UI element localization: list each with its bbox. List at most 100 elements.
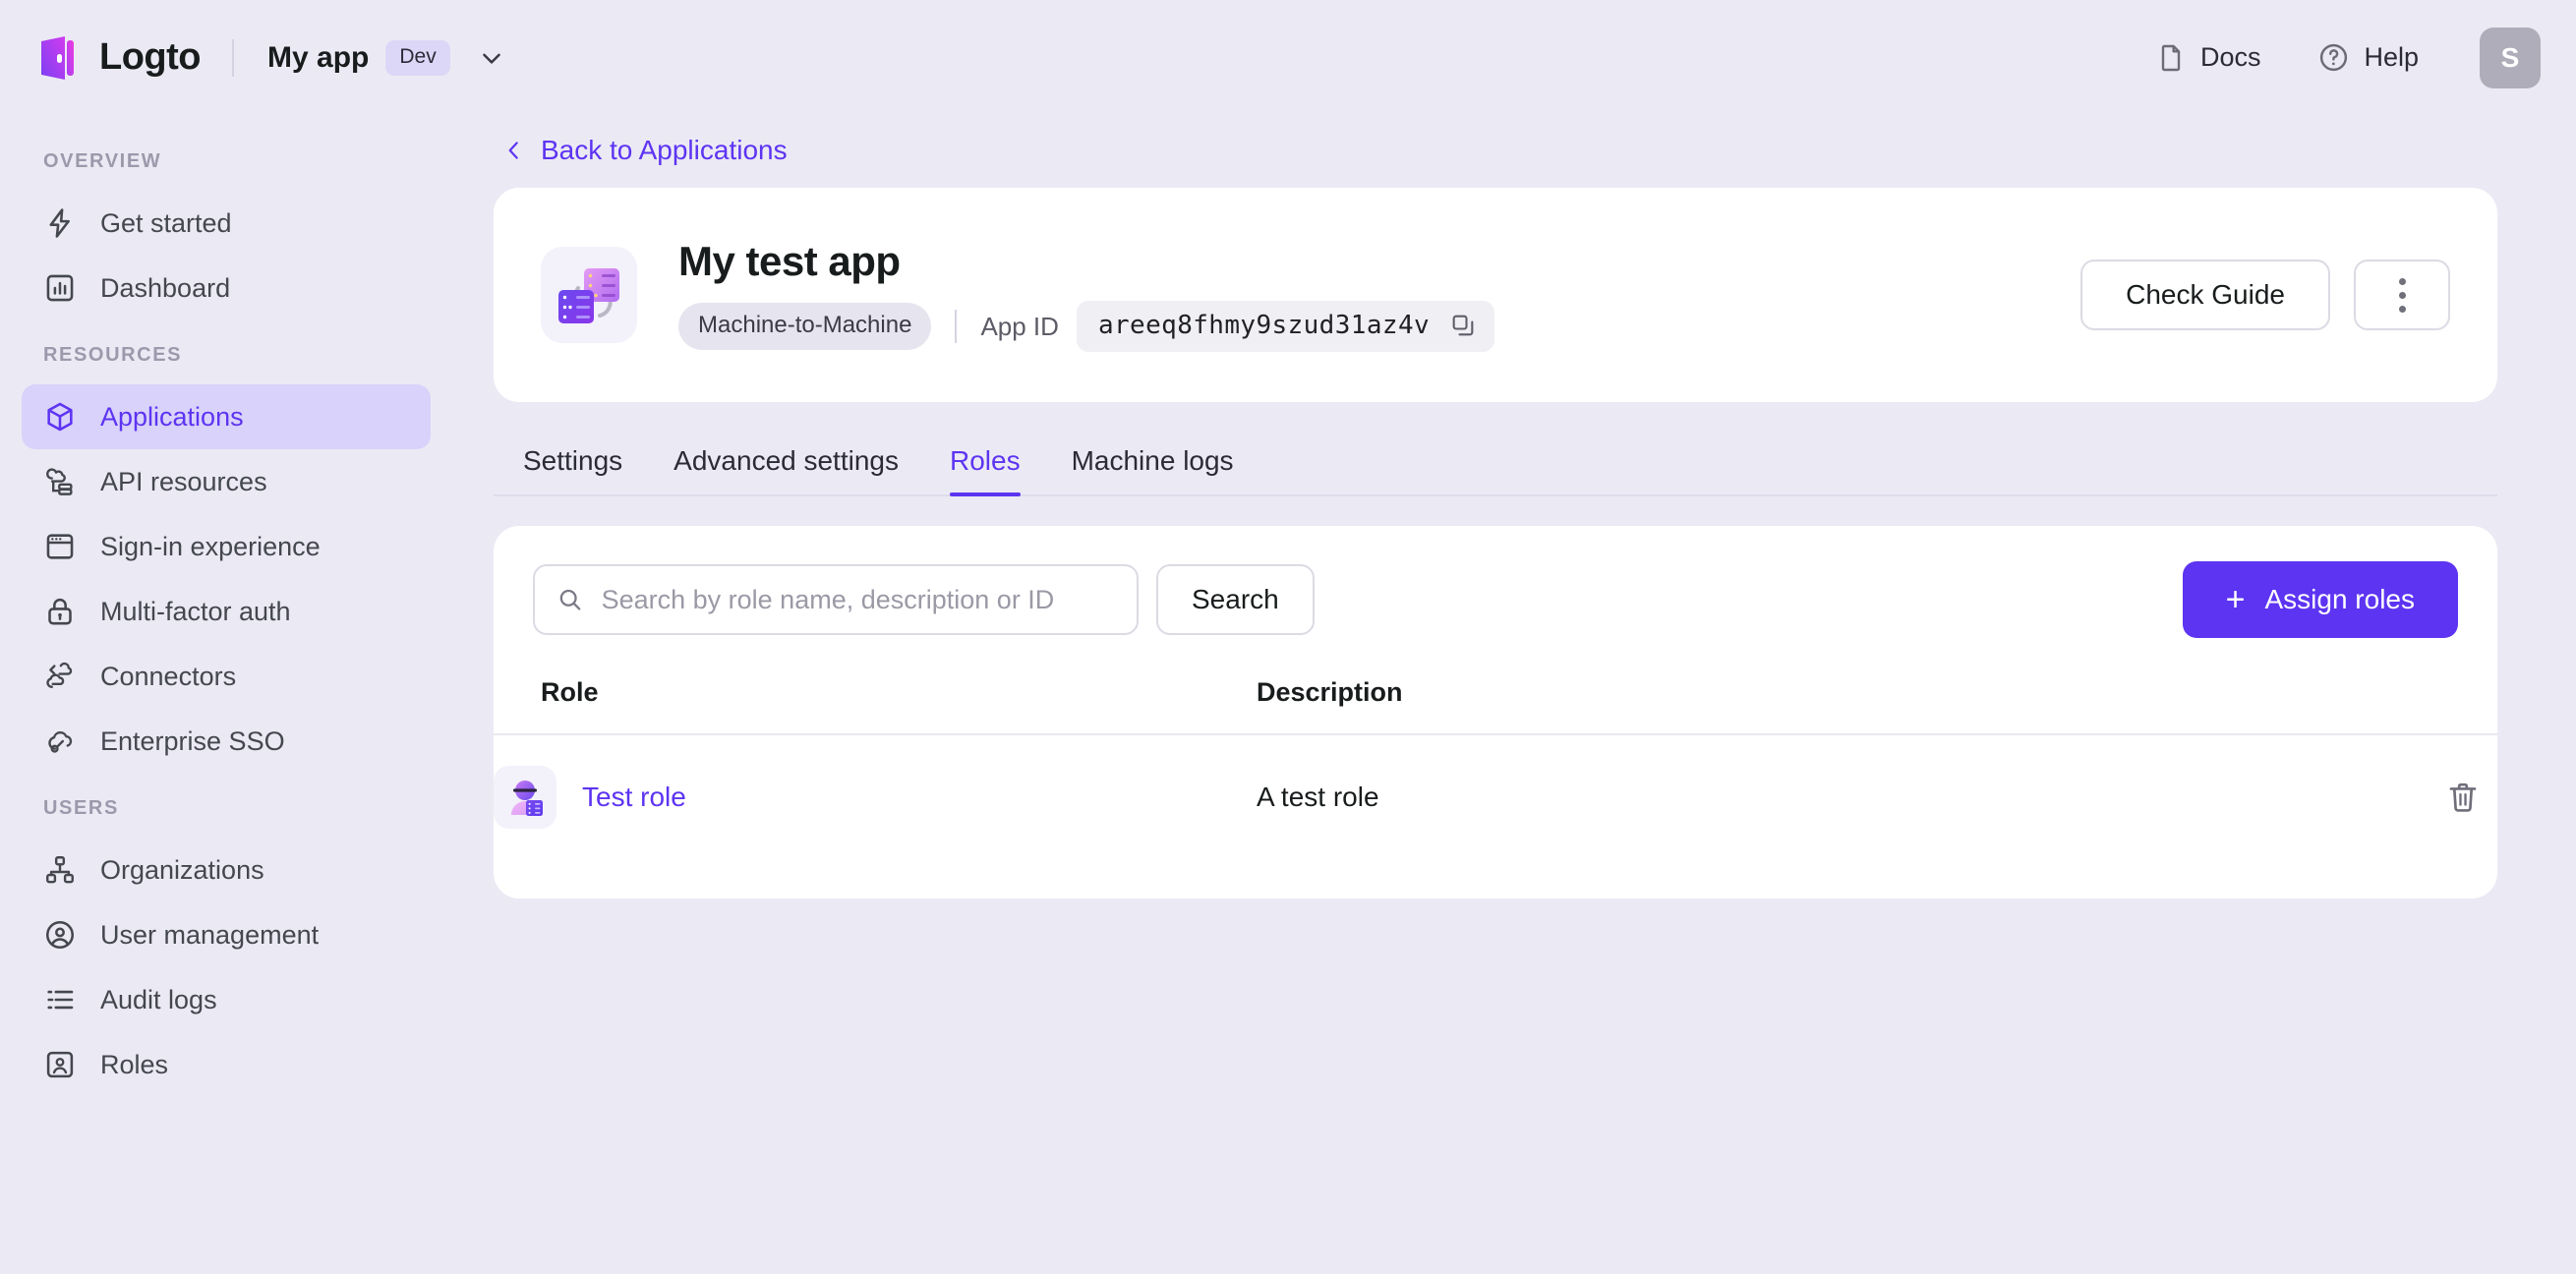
cloud-key-icon: [48, 731, 73, 753]
chevron-left-icon: [508, 142, 518, 159]
role-name-link[interactable]: Test role: [582, 782, 686, 813]
sidebar-item-label: Enterprise SSO: [100, 725, 285, 756]
back-to-applications-link[interactable]: Back to Applications: [494, 115, 2497, 188]
sidebar-item-label: Connectors: [100, 661, 237, 691]
app-thumbnail: [541, 247, 637, 343]
list-icon: [47, 990, 74, 1010]
help-link[interactable]: Help: [2296, 31, 2440, 84]
sidebar-item-dashboard[interactable]: Dashboard: [22, 256, 431, 320]
roles-table-body: Test role A test role: [494, 734, 2497, 859]
avatar-initial: S: [2500, 41, 2520, 73]
document-icon: [2161, 44, 2181, 71]
chevron-down-icon[interactable]: [477, 43, 506, 73]
org-tree-icon: [46, 856, 74, 884]
trash-icon: [2449, 782, 2477, 812]
tenant-env-badge: Dev: [385, 39, 450, 76]
back-link-label: Back to Applications: [541, 135, 788, 165]
sidebar-item-label: Get started: [100, 207, 232, 238]
avatar[interactable]: S: [2480, 27, 2541, 88]
sidebar-item-label: User management: [100, 919, 320, 950]
help-label: Help: [2364, 42, 2419, 72]
docs-link[interactable]: Docs: [2134, 32, 2283, 84]
sidebar-item-label: API resources: [100, 466, 267, 496]
sidebar-item-multi-factor-auth[interactable]: Multi-factor auth: [22, 579, 431, 644]
brand[interactable]: Logto: [37, 35, 202, 81]
cube-icon: [47, 402, 73, 432]
sidebar-item-applications[interactable]: Applications: [22, 384, 431, 449]
app-id-copy-field[interactable]: areeq8fhmy9szud31az4v: [1076, 301, 1495, 352]
sidebar-item-organizations[interactable]: Organizations: [22, 838, 431, 902]
machine-to-machine-icon: [558, 268, 619, 323]
user-circle-icon: [45, 920, 75, 950]
search-button[interactable]: Search: [1156, 564, 1315, 635]
roles-table: Role Description Test role A test role: [494, 667, 2497, 859]
app-header-meta: My test app Machine-to-Machine App ID ar…: [678, 238, 1495, 352]
lightning-icon: [49, 208, 70, 238]
table-header-row: Role Description: [494, 667, 2497, 735]
role-cell-inner: Test role: [494, 766, 1251, 829]
role-avatar-icon: [511, 781, 543, 816]
help-circle-icon: [2320, 43, 2348, 72]
search-box[interactable]: [533, 564, 1139, 635]
sidebar-item-label: Organizations: [100, 854, 264, 885]
sidebar-item-get-started[interactable]: Get started: [22, 191, 431, 256]
search-icon: [559, 589, 581, 610]
lock-icon: [48, 598, 72, 625]
tab-machine-logs[interactable]: Machine logs: [1046, 432, 1259, 496]
app-type-badge: Machine-to-Machine: [678, 303, 932, 350]
tenant-selector[interactable]: My app Dev: [267, 39, 506, 76]
docs-label: Docs: [2199, 42, 2261, 72]
check-guide-button[interactable]: Check Guide: [2080, 260, 2330, 330]
app-shell: Overview Get started Dashboard Resources: [0, 115, 2576, 1274]
sidebar-item-enterprise-sso[interactable]: Enterprise SSO: [22, 709, 431, 774]
sidebar-item-connectors[interactable]: Connectors: [22, 644, 431, 709]
app-meta-row: Machine-to-Machine App ID areeq8fhmy9szu…: [678, 301, 1495, 352]
app-id-value: areeq8fhmy9szud31az4v: [1097, 311, 1431, 340]
actions-wrap: [2340, 763, 2497, 832]
column-header-actions: [2340, 667, 2497, 735]
sidebar-item-label: Applications: [100, 401, 244, 432]
roles-toolbar: Search + Assign roles: [494, 526, 2497, 667]
main-content: Back to Applications My test app Machine…: [454, 115, 2576, 1274]
app-header-card: My test app Machine-to-Machine App ID ar…: [494, 188, 2497, 402]
more-options-button[interactable]: [2354, 260, 2450, 330]
logto-logo-icon: [41, 35, 74, 80]
sidebar-item-sign-in-experience[interactable]: Sign-in experience: [22, 514, 431, 579]
search-input[interactable]: [601, 584, 1115, 615]
topbar-actions: Docs Help S: [2120, 27, 2541, 88]
sidebar-section-users: Users: [43, 797, 119, 819]
sidebar-section-overview: Overview: [43, 150, 162, 172]
sidebar: Overview Get started Dashboard Resources: [0, 115, 454, 1274]
actions-cell: [2340, 734, 2497, 859]
tab-roles[interactable]: Roles: [924, 432, 1046, 496]
sidebar-item-label: Multi-factor auth: [100, 596, 291, 626]
topbar-divider: [232, 38, 235, 77]
delete-role-button[interactable]: [2429, 763, 2497, 832]
sidebar-item-audit-logs[interactable]: Audit logs: [22, 967, 431, 1032]
sidebar-item-roles[interactable]: Roles: [22, 1032, 431, 1097]
tab-advanced-settings[interactable]: Advanced settings: [648, 432, 924, 496]
tab-bar: Settings Advanced settings Roles Machine…: [494, 430, 2497, 496]
tab-settings[interactable]: Settings: [498, 432, 648, 496]
role-thumbnail: [494, 766, 556, 829]
sidebar-item-user-management[interactable]: User management: [22, 902, 431, 967]
chart-icon: [46, 274, 74, 302]
assign-roles-button[interactable]: + Assign roles: [2182, 561, 2458, 638]
assign-roles-label: Assign roles: [2264, 584, 2415, 614]
top-bar: Logto My app Dev Docs Help S: [0, 0, 2576, 115]
browser-window-icon: [46, 534, 74, 559]
tenant-name: My app: [267, 40, 370, 74]
roles-table-head: Role Description: [494, 667, 2497, 735]
role-description: A test role: [1257, 782, 1379, 812]
copy-icon[interactable]: [1449, 312, 1477, 339]
more-vertical-icon: [2398, 277, 2406, 313]
sidebar-item-api-resources[interactable]: API resources: [22, 449, 431, 514]
description-cell: A test role: [1251, 734, 2340, 859]
sidebar-item-label: Sign-in experience: [100, 531, 321, 561]
app-id-label: App ID: [980, 311, 1059, 341]
page-title: My test app: [678, 238, 901, 284]
sidebar-item-label: Dashboard: [100, 272, 231, 303]
sidebar-section-resources: Resources: [43, 344, 183, 366]
table-row: Test role A test role: [494, 734, 2497, 859]
user-square-icon: [46, 1051, 74, 1078]
